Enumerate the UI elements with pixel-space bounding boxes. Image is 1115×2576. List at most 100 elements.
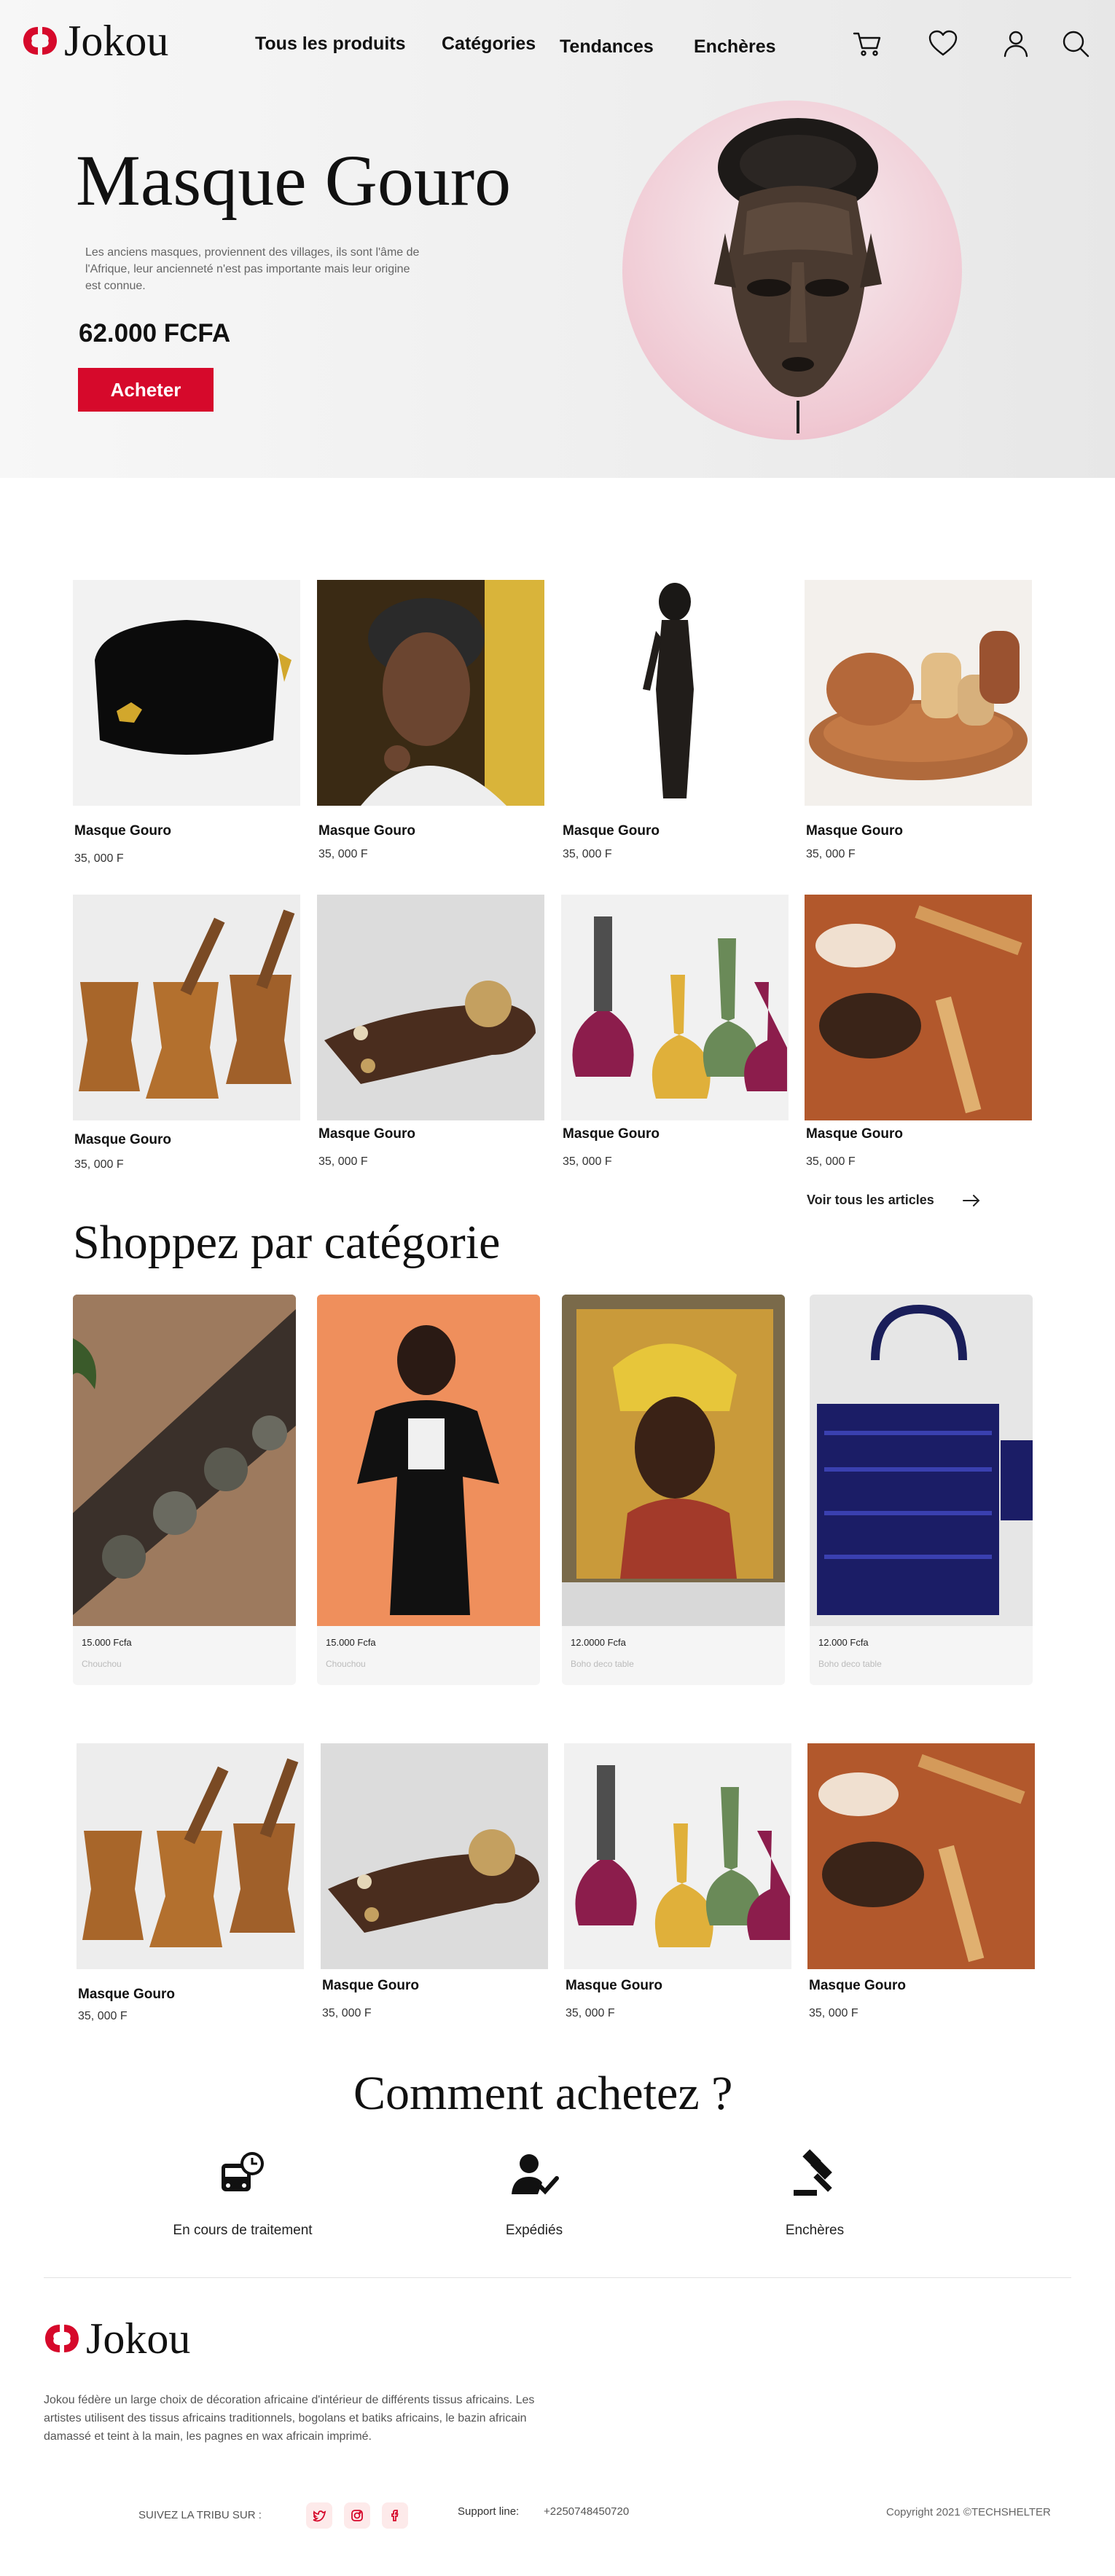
twitter-icon[interactable]	[306, 2502, 332, 2529]
product-name: Masque Gouro	[318, 1126, 416, 1142]
product-price: 35, 000 F	[322, 2007, 372, 2019]
category-card[interactable]: 15.000 Fcfa Chouchou	[73, 1295, 296, 1685]
category-card[interactable]: 12.0000 Fcfa Boho deco table	[562, 1295, 785, 1685]
support-phone[interactable]: +2250748450720	[544, 2505, 629, 2518]
category-price: 12.0000 Fcfa	[571, 1637, 626, 1648]
hero-description: Les anciens masques, proviennent des vil…	[85, 246, 420, 292]
nav-all-products[interactable]: Tous les produits	[255, 34, 406, 55]
product-card[interactable]: Masque Gouro 35, 000 F	[317, 895, 544, 1186]
nav-trends[interactable]: Tendances	[560, 36, 654, 58]
product-card[interactable]: Masque Gouro 35, 000 F	[321, 1743, 548, 2035]
product-name: Masque Gouro	[74, 1132, 172, 1147]
how-step-auctions: Enchères	[691, 2149, 939, 2239]
product-card[interactable]: Masque Gouro 35, 000 F	[805, 895, 1032, 1186]
category-price: 12.000 Fcfa	[818, 1637, 869, 1648]
product-image-vases	[564, 1743, 791, 1969]
product-card[interactable]: Masque Gouro 35, 000 F	[317, 580, 544, 871]
category-image-dress	[317, 1295, 540, 1626]
product-name: Masque Gouro	[318, 823, 416, 839]
product-name: Masque Gouro	[809, 1978, 907, 1993]
product-name: Masque Gouro	[566, 1978, 663, 1993]
product-price: 35, 000 F	[318, 848, 368, 860]
logo-icon	[45, 2325, 79, 2352]
category-image-bag	[810, 1295, 1033, 1626]
category-label: Boho deco table	[818, 1659, 882, 1669]
arrow-right-icon[interactable]	[962, 1193, 981, 1208]
product-price: 35, 000 F	[74, 1158, 124, 1171]
how-section-title: Comment achetez ?	[353, 2067, 733, 2120]
product-card[interactable]: Masque Gouro 35, 000 F	[73, 895, 300, 1186]
follow-label: SUIVEZ LA TRIBU SUR :	[138, 2509, 262, 2521]
category-price: 15.000 Fcfa	[326, 1637, 376, 1648]
facebook-icon[interactable]	[382, 2502, 408, 2529]
product-card[interactable]: Masque Gouro 35, 000 F	[561, 580, 789, 871]
product-name: Masque Gouro	[74, 823, 172, 839]
product-card[interactable]: Masque Gouro 35, 000 F	[77, 1743, 304, 2035]
search-icon[interactable]	[1057, 25, 1095, 63]
category-image-awale	[73, 1295, 296, 1626]
product-price: 35, 000 F	[806, 848, 856, 860]
how-step-processing: En cours de traitement	[119, 2149, 367, 2239]
product-card[interactable]: Masque Gouro 35, 000 F	[564, 1743, 791, 2035]
product-image-statue	[561, 580, 789, 806]
product-price: 35, 000 F	[563, 848, 612, 860]
how-step-label: Expédiés	[505, 2223, 563, 2238]
product-name: Masque Gouro	[806, 1126, 904, 1142]
product-image-ring	[317, 895, 544, 1120]
bus-clock-icon	[222, 2152, 264, 2191]
how-step-shipped: Expédiés	[410, 2149, 658, 2239]
product-image-ring	[321, 1743, 548, 1969]
cart-icon[interactable]	[848, 25, 886, 63]
nav-categories[interactable]: Catégories	[442, 34, 536, 55]
nav-auctions[interactable]: Enchères	[694, 36, 776, 58]
product-price: 35, 000 F	[806, 1155, 856, 1168]
hero-price: 62.000 FCFA	[79, 319, 231, 347]
category-section-title: Shoppez par catégorie	[73, 1216, 501, 1269]
footer-divider	[44, 2277, 1071, 2278]
product-price: 35, 000 F	[566, 2007, 615, 2019]
heart-icon[interactable]	[924, 25, 962, 63]
logo-icon	[23, 27, 57, 55]
footer-logo[interactable]: Jokou	[44, 2317, 190, 2360]
product-card[interactable]: Masque Gouro 35, 000 F	[73, 580, 300, 871]
logo-text: Jokou	[86, 2314, 191, 2363]
gavel-icon	[794, 2149, 832, 2196]
how-step-label: Enchères	[785, 2223, 845, 2238]
logo-text: Jokou	[64, 17, 169, 65]
see-all-link[interactable]: Voir tous les articles	[807, 1193, 934, 1208]
hero-title: Masque Gouro	[76, 140, 512, 221]
category-label: Chouchou	[326, 1659, 366, 1669]
instagram-icon[interactable]	[344, 2502, 370, 2529]
product-card[interactable]: Masque Gouro 35, 000 F	[807, 1743, 1035, 2035]
product-price: 35, 000 F	[563, 1155, 612, 1168]
category-image-painting	[562, 1295, 785, 1626]
product-image-spoons	[807, 1743, 1035, 1969]
product-name: Masque Gouro	[322, 1978, 420, 1993]
header-logo[interactable]: Jokou	[22, 19, 168, 63]
product-image-spoons	[805, 895, 1032, 1120]
category-price: 15.000 Fcfa	[82, 1637, 132, 1648]
product-card[interactable]: Masque Gouro 35, 000 F	[561, 895, 789, 1186]
footer-description: Jokou fédère un large choix de décoratio…	[44, 2394, 535, 2443]
mask-image	[714, 118, 882, 433]
product-price: 35, 000 F	[318, 1155, 368, 1168]
user-icon[interactable]	[997, 25, 1035, 63]
how-step-label: En cours de traitement	[173, 2223, 313, 2238]
buy-button[interactable]: Acheter	[78, 368, 214, 412]
product-image-mortars	[73, 895, 300, 1120]
support-label: Support line:	[458, 2505, 520, 2518]
product-card[interactable]: Masque Gouro 35, 000 F	[805, 580, 1032, 871]
product-price: 35, 000 F	[78, 2010, 128, 2022]
product-price: 35, 000 F	[809, 2007, 858, 2019]
category-card[interactable]: 15.000 Fcfa Chouchou	[317, 1295, 540, 1685]
product-image-vases	[561, 895, 789, 1120]
user-check-icon	[512, 2154, 559, 2195]
category-card[interactable]: 12.000 Fcfa Boho deco table	[810, 1295, 1033, 1685]
product-name: Masque Gouro	[563, 1126, 660, 1142]
category-label: Chouchou	[82, 1659, 122, 1669]
product-image-woman	[317, 580, 544, 806]
product-image-hat	[73, 580, 300, 806]
category-label: Boho deco table	[571, 1659, 634, 1669]
product-image-mortars	[77, 1743, 304, 1969]
product-name: Masque Gouro	[78, 1987, 176, 2002]
